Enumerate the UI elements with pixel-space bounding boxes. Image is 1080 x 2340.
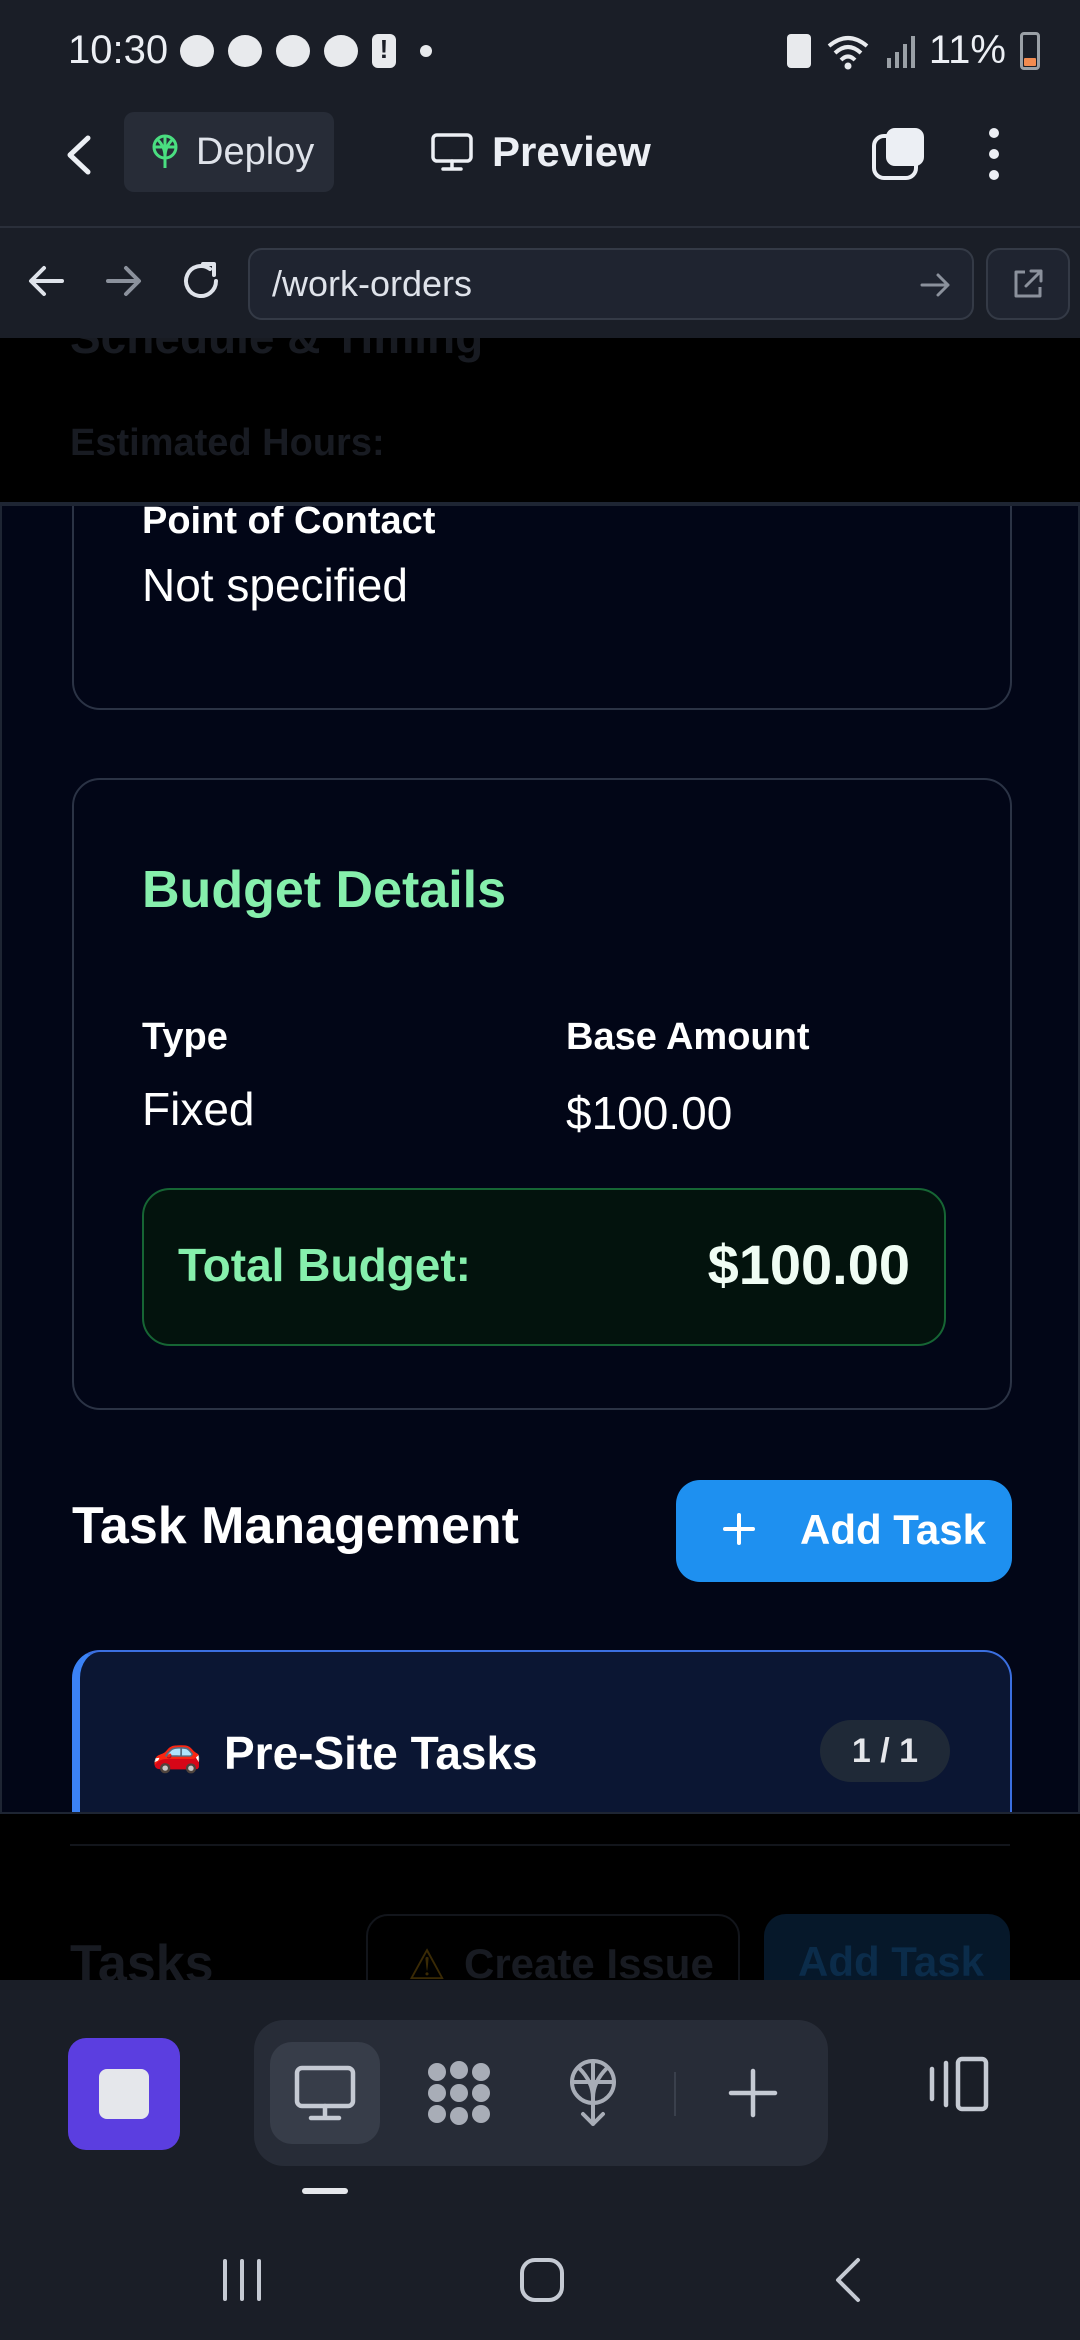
plus-icon (723, 1513, 755, 1545)
car-icon: 🚗 (152, 1730, 202, 1774)
panel-toggle-button[interactable] (916, 2044, 996, 2124)
contact-card: Point of Contact Not specified (72, 504, 1012, 710)
status-time: 10:30 (68, 28, 169, 72)
task-count-badge: 1 / 1 (820, 1720, 950, 1782)
budget-title: Budget Details (142, 861, 507, 919)
home-button[interactable] (512, 2250, 572, 2310)
add-task-label: Add Task (800, 1506, 986, 1553)
ghost-add-task-button: Add Task (764, 1914, 1010, 1980)
chevron-left-icon (67, 135, 91, 175)
create-issue-label: Create Issue (464, 1940, 714, 1980)
bottom-app-bar (0, 1980, 1080, 2220)
home-icon (520, 2258, 564, 2302)
app-toolbar: Deploy Preview (0, 104, 1080, 226)
chevron-left-icon (836, 2258, 860, 2302)
notification-icons (180, 34, 432, 68)
total-budget-label: Total Budget: (178, 1239, 471, 1291)
stop-button[interactable] (68, 2038, 180, 2150)
url-bar: /work-orders (0, 226, 1080, 338)
plus-icon (728, 2068, 778, 2118)
arrow-left-icon (29, 266, 64, 296)
deploy-icon (570, 2059, 616, 2126)
schedule-heading: Schedule & Timing (70, 338, 483, 364)
estimated-hours-label: Estimated Hours: (70, 422, 385, 464)
scrolled-content-above: Schedule & Timing Estimated Hours: (0, 338, 1080, 504)
deploy-label: Deploy (196, 130, 315, 173)
preview-view-button[interactable] (270, 2042, 380, 2144)
battery-saver-icon (786, 33, 811, 68)
dot (989, 128, 999, 138)
deploy-button[interactable]: Deploy (124, 112, 334, 192)
grid-dots-icon (428, 2061, 490, 2125)
browser-back-button[interactable] (24, 258, 70, 304)
alert-icon (372, 34, 396, 68)
preview-viewport[interactable]: Point of Contact Not specified Budget De… (0, 504, 1080, 1814)
recents-button[interactable] (212, 2250, 272, 2310)
side-panel-icon (929, 2056, 989, 2112)
reload-icon (184, 262, 218, 298)
tabs-button[interactable] (870, 126, 926, 182)
divider (70, 1844, 1010, 1846)
messenger-icon (228, 35, 262, 67)
scrolled-content-below: Tasks ⚠ Create Issue Add Task (0, 1814, 1080, 1980)
reload-button[interactable] (178, 258, 224, 304)
go-arrow-icon[interactable] (918, 268, 952, 302)
point-of-contact-value: Not specified (142, 559, 408, 611)
separator (674, 2072, 676, 2116)
dot (989, 149, 999, 159)
battery-percent: 11% (928, 28, 1006, 72)
view-switcher (254, 2020, 828, 2166)
type-label: Type (142, 1016, 228, 1058)
task-management-heading: Task Management (72, 1497, 519, 1555)
system-status-icons: 11% (786, 28, 1040, 73)
new-button[interactable] (698, 2042, 808, 2144)
external-link-icon (1014, 269, 1043, 298)
type-value: Fixed (142, 1083, 255, 1135)
total-budget-value: $100.00 (707, 1233, 910, 1296)
preview-label: Preview (492, 128, 651, 175)
chat-bubble-icon (180, 35, 214, 67)
deploy-icon (152, 134, 178, 168)
back-button[interactable] (56, 130, 106, 180)
create-issue-button: ⚠ Create Issue (366, 1914, 740, 1980)
more-options-button[interactable] (976, 124, 1012, 184)
budget-details-card: Budget Details Type Fixed Base Amount $1… (72, 778, 1012, 1410)
arrow-right-icon (106, 266, 141, 296)
tasks-heading: Tasks (70, 1935, 214, 1980)
ghost-add-task-label: Add Task (798, 1938, 984, 1980)
point-of-contact-label: Point of Contact (142, 504, 436, 542)
preview-tab[interactable]: Preview (430, 120, 651, 184)
signal-icon (885, 34, 915, 68)
recents-icon (223, 2259, 261, 2301)
base-amount-label: Base Amount (566, 1016, 810, 1058)
dot (989, 170, 999, 180)
messenger-icon (324, 35, 358, 67)
dot-icon (420, 45, 432, 57)
browser-forward-button[interactable] (100, 258, 146, 304)
warning-icon: ⚠ (408, 1941, 446, 1980)
url-text: /work-orders (272, 263, 473, 304)
deploy-view-button[interactable] (538, 2042, 648, 2144)
pre-site-tasks-title: Pre-Site Tasks (224, 1727, 538, 1779)
monitor-icon (294, 2065, 356, 2121)
url-input[interactable]: /work-orders (248, 248, 974, 320)
status-bar: 10:30 11% (0, 0, 1080, 104)
system-navigation-bar (0, 2220, 1080, 2340)
total-budget-box: Total Budget: $100.00 (142, 1188, 946, 1346)
pre-site-tasks-group[interactable]: 🚗 Pre-Site Tasks 1 / 1 (72, 1650, 1012, 1812)
active-indicator (302, 2188, 348, 2194)
system-back-button[interactable] (818, 2250, 878, 2310)
integrations-button[interactable] (404, 2042, 514, 2144)
add-task-button[interactable]: Add Task (676, 1480, 1012, 1582)
battery-icon (1020, 31, 1040, 70)
base-amount-value: $100.00 (566, 1087, 733, 1139)
open-external-button[interactable] (986, 248, 1070, 320)
tabs-icon (872, 128, 924, 180)
monitor-icon (431, 133, 473, 171)
stop-icon (99, 2069, 149, 2119)
wifi-icon (825, 32, 871, 70)
messenger-icon (276, 35, 310, 67)
